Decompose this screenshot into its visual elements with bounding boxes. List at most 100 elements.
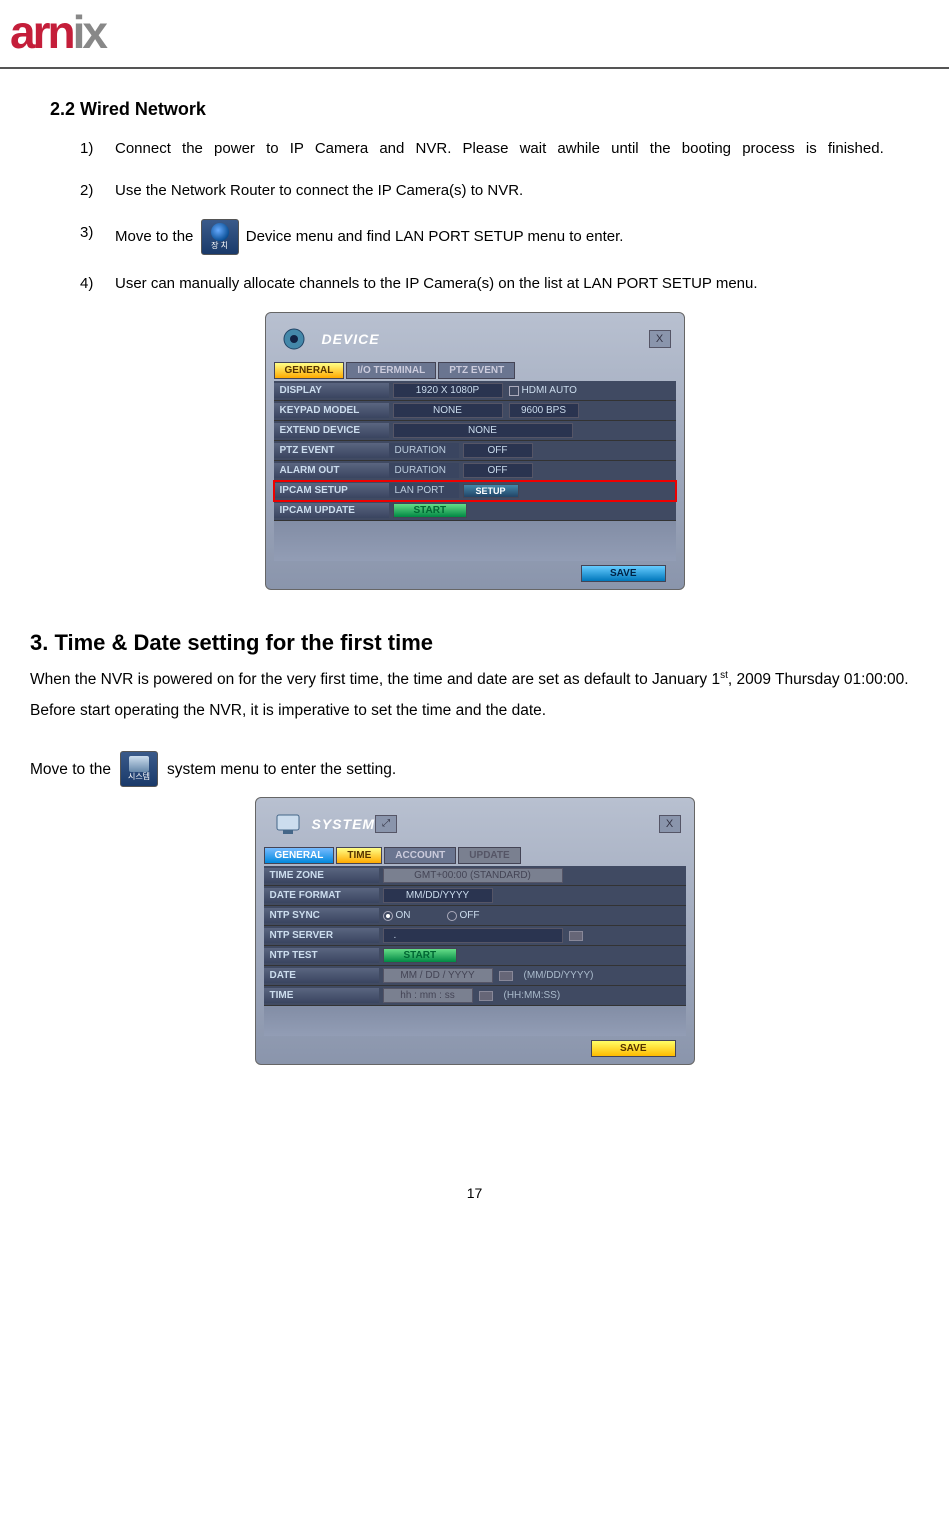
extend-device[interactable]: NONE xyxy=(393,423,573,438)
close-icon[interactable]: X xyxy=(659,815,681,833)
dialog-spacer xyxy=(264,1006,686,1036)
row-label: DATE FORMAT xyxy=(264,888,379,903)
step-text: Connect the power to IP Camera and NVR. … xyxy=(115,135,919,162)
system-menu-icon xyxy=(120,751,158,787)
timezone-field[interactable]: GMT+00:00 (STANDARD) xyxy=(383,868,563,883)
step-num: 3) xyxy=(80,219,115,255)
row-label: EXTEND DEVICE xyxy=(274,423,389,438)
row-label: NTP SYNC xyxy=(264,908,379,923)
ntp-test-start-button[interactable]: START xyxy=(383,948,458,963)
ntp-server-field[interactable]: . xyxy=(383,928,563,943)
step-1: 1) Connect the power to IP Camera and NV… xyxy=(80,135,919,162)
row-val: GMT+00:00 (STANDARD) xyxy=(379,866,686,885)
checkbox-label: HDMI AUTO xyxy=(522,385,577,396)
alarm-duration[interactable]: OFF xyxy=(463,463,533,478)
tab-account[interactable]: ACCOUNT xyxy=(384,847,456,864)
row-label: DISPLAY xyxy=(274,383,389,398)
pin-icon[interactable]: ⤢ xyxy=(375,815,397,833)
keyboard-icon[interactable] xyxy=(569,931,583,941)
dialog-title: DEVICE xyxy=(322,331,380,347)
row-ntpsync: NTP SYNC ON OFF xyxy=(264,906,686,926)
move-pre: Move to the xyxy=(30,754,111,785)
hdmi-auto-checkbox[interactable]: HDMI AUTO xyxy=(509,385,577,396)
step-4: 4) User can manually allocate channels t… xyxy=(80,270,919,297)
keyboard-icon[interactable] xyxy=(479,991,493,1001)
step-post: Device menu and find LAN PORT SETUP menu… xyxy=(246,228,624,245)
tab-update[interactable]: UPDATE xyxy=(458,847,520,864)
body-paragraph: When the NVR is powered on for the very … xyxy=(30,664,919,726)
row-label: KEYPAD MODEL xyxy=(274,403,389,418)
row-timezone: TIME ZONE GMT+00:00 (STANDARD) xyxy=(264,866,686,886)
radio-icon xyxy=(383,911,393,921)
step-text: Use the Network Router to connect the IP… xyxy=(115,177,919,204)
save-row: SAVE xyxy=(274,561,676,581)
body-text-a: When the NVR is powered on for the very … xyxy=(30,671,720,688)
dialog-header: SYSTEM ⤢ X xyxy=(264,806,686,847)
step-num: 4) xyxy=(80,270,115,297)
row-val: 1920 X 1080P HDMI AUTO xyxy=(389,381,676,400)
content: 2.2 Wired Network 1) Connect the power t… xyxy=(0,99,949,1065)
display-resolution[interactable]: 1920 X 1080P xyxy=(393,383,503,398)
step-3: 3) Move to the Device menu and find LAN … xyxy=(80,219,919,255)
row-val: ON OFF xyxy=(379,908,686,923)
page-number: 17 xyxy=(0,1185,949,1201)
row-dateformat: DATE FORMAT MM/DD/YYYY xyxy=(264,886,686,906)
logo-left: arn xyxy=(10,6,73,58)
tab-io-terminal[interactable]: I/O TERMINAL xyxy=(346,362,436,379)
keypad-model[interactable]: NONE xyxy=(393,403,503,418)
row-label: TIME ZONE xyxy=(264,868,379,883)
row-ipcam-setup: IPCAM SETUP LAN PORT SETUP xyxy=(274,481,676,501)
logo-right: ix xyxy=(73,6,105,58)
ntp-off-radio[interactable]: OFF xyxy=(447,910,480,921)
ipcam-update-start-button[interactable]: START xyxy=(393,503,468,518)
save-button[interactable]: SAVE xyxy=(591,1040,676,1057)
device-dialog: DEVICE X GENERAL I/O TERMINAL PTZ EVENT … xyxy=(265,312,685,590)
time-hint: (HH:MM:SS) xyxy=(504,990,561,1001)
step-num: 2) xyxy=(80,177,115,204)
row-sublabel: DURATION xyxy=(389,463,459,478)
monitor-icon xyxy=(269,809,307,839)
step-text: User can manually allocate channels to t… xyxy=(115,270,919,297)
tab-general[interactable]: GENERAL xyxy=(264,847,335,864)
keyboard-icon[interactable] xyxy=(499,971,513,981)
row-ntptest: NTP TEST START xyxy=(264,946,686,966)
logo: arnix xyxy=(10,6,105,58)
close-icon[interactable]: X xyxy=(649,330,671,348)
tab-time[interactable]: TIME xyxy=(336,847,382,864)
row-val: OFF xyxy=(459,461,676,480)
tabs: GENERAL TIME ACCOUNT UPDATE xyxy=(264,847,686,864)
dialog-header: DEVICE X xyxy=(274,321,676,362)
tab-general[interactable]: GENERAL xyxy=(274,362,345,379)
device-menu-icon xyxy=(201,219,239,255)
time-field[interactable]: hh : mm : ss xyxy=(383,988,473,1003)
row-ptz: PTZ EVENT DURATION OFF xyxy=(274,441,676,461)
radio-label: ON xyxy=(396,910,411,921)
ptz-duration[interactable]: OFF xyxy=(463,443,533,458)
dateformat-field[interactable]: MM/DD/YYYY xyxy=(383,888,493,903)
save-button[interactable]: SAVE xyxy=(581,565,666,582)
lan-port-setup-button[interactable]: SETUP xyxy=(463,484,519,498)
row-label: ALARM OUT xyxy=(274,463,389,478)
tab-ptz-event[interactable]: PTZ EVENT xyxy=(438,362,515,379)
row-val: . xyxy=(379,926,686,945)
step-text: Move to the Device menu and find LAN POR… xyxy=(115,219,919,255)
row-label: NTP TEST xyxy=(264,948,379,963)
ntp-on-radio[interactable]: ON xyxy=(383,910,411,921)
row-label: DATE xyxy=(264,968,379,983)
row-val: MM/DD/YYYY xyxy=(379,886,686,905)
date-field[interactable]: MM / DD / YYYY xyxy=(383,968,493,983)
row-val: OFF xyxy=(459,441,676,460)
device-dialog-figure: DEVICE X GENERAL I/O TERMINAL PTZ EVENT … xyxy=(30,312,919,590)
row-date: DATE MM / DD / YYYY (MM/DD/YYYY) xyxy=(264,966,686,986)
step-num: 1) xyxy=(80,135,115,162)
row-val: SETUP xyxy=(459,482,676,500)
row-display: DISPLAY 1920 X 1080P HDMI AUTO xyxy=(274,381,676,401)
section-subheading: 2.2 Wired Network xyxy=(50,99,919,120)
row-label: IPCAM UPDATE xyxy=(274,503,389,518)
row-label: NTP SERVER xyxy=(264,928,379,943)
keypad-bps[interactable]: 9600 BPS xyxy=(509,403,579,418)
dialog-title: SYSTEM xyxy=(312,816,376,832)
row-time: TIME hh : mm : ss (HH:MM:SS) xyxy=(264,986,686,1006)
gear-icon xyxy=(279,324,317,354)
dialog-spacer xyxy=(274,521,676,561)
